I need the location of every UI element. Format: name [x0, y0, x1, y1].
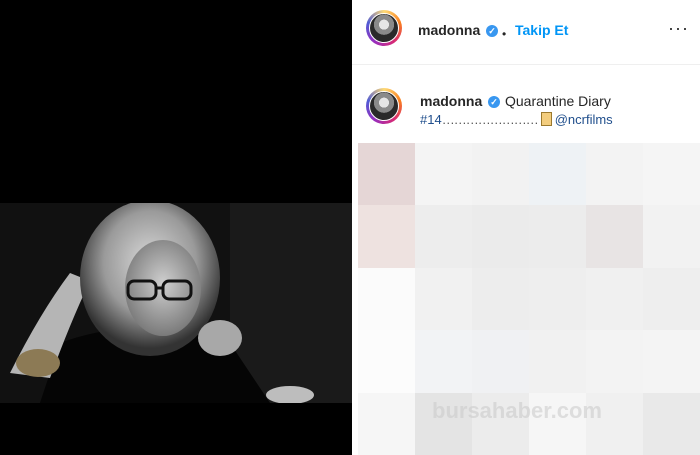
verified-check-icon: ✓ [488, 96, 500, 108]
avatar[interactable] [366, 10, 402, 46]
caption-line-2: #14…………………… @ncrfilms [420, 112, 613, 127]
watermark: bursahaber.com [432, 398, 602, 423]
mention-link[interactable]: @ncrfilms [555, 112, 613, 127]
video-image [0, 203, 352, 403]
hashtag-link[interactable]: #14 [420, 112, 442, 127]
follow-button[interactable]: Takip Et [515, 22, 568, 38]
video-frame[interactable] [0, 203, 352, 403]
separator-dot: • [502, 27, 507, 41]
verified-check-icon: ✓ [486, 25, 498, 37]
scroll-emoji-icon [540, 112, 552, 126]
caption-username[interactable]: madonna [420, 93, 482, 109]
caption-avatar[interactable] [366, 88, 402, 124]
more-options-icon[interactable]: ··· [668, 18, 689, 39]
header-username[interactable]: madonna [418, 22, 480, 38]
post-sidebar: madonna ✓ • Takip Et ··· madonna ✓ Quara… [352, 0, 700, 455]
caption-dots: …………………… [441, 112, 539, 127]
post-media[interactable] [0, 0, 352, 455]
post-header: madonna ✓ • Takip Et ··· [352, 0, 700, 65]
caption-text: Quarantine Diary [505, 93, 611, 109]
